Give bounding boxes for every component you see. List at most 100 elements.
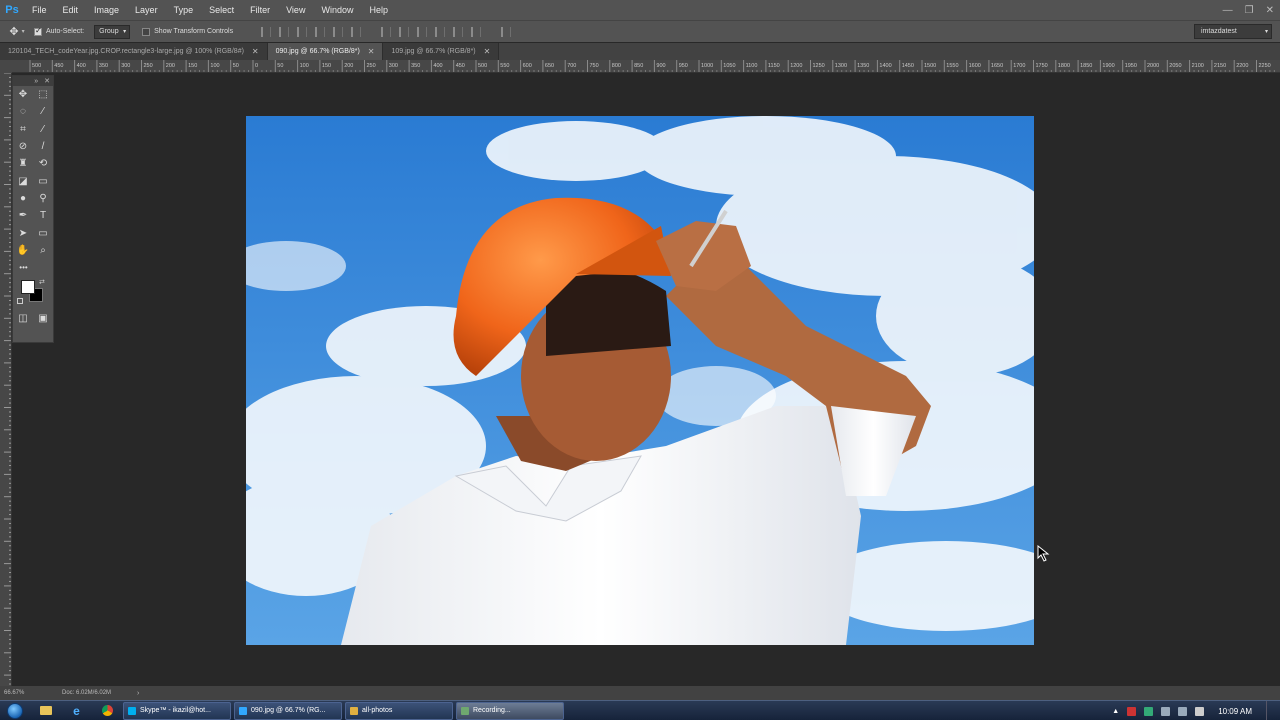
taskbar-button[interactable]: all-photos (345, 701, 453, 720)
menu-select[interactable]: Select (201, 0, 242, 20)
eyedropper-icon[interactable]: ⁄ (33, 121, 53, 138)
hand-icon[interactable]: ✋ (13, 242, 33, 259)
distribute-top-icon[interactable] (381, 26, 392, 37)
menu-bar: Ps File Edit Image Layer Type Select Filter Vie… (0, 0, 1280, 20)
clock[interactable]: 10:09 AM (1218, 707, 1252, 716)
move-tool-preset[interactable]: ✥ ▾ (0, 21, 34, 43)
minimize-icon[interactable]: — (1223, 5, 1233, 16)
close-icon[interactable]: ✕ (1266, 5, 1274, 16)
zoom-level[interactable]: 66.67% (0, 690, 48, 696)
action-center-icon[interactable] (1195, 706, 1205, 716)
menu-type[interactable]: Type (166, 0, 202, 20)
screen-mode-icon[interactable]: ▣ (33, 310, 53, 327)
ruler-label: 1000 (701, 63, 713, 69)
tray-expand-icon[interactable]: ▲ (1112, 708, 1119, 715)
close-tab-icon[interactable]: ✕ (484, 47, 491, 56)
show-transform-checkbox[interactable] (142, 27, 151, 36)
lasso-icon[interactable]: ◌ (13, 103, 33, 120)
magic-wand-icon[interactable]: ⁄ (33, 103, 53, 120)
align-hcenter-icon[interactable] (333, 26, 344, 37)
pen-icon[interactable]: ✒ (13, 207, 33, 224)
more-tools-icon[interactable]: ••• (13, 259, 34, 276)
tray-app-icon[interactable] (1127, 706, 1137, 716)
taskbar-button[interactable]: Recording... (456, 701, 564, 720)
ruler-label: 1950 (1125, 63, 1137, 69)
auto-select-checkbox[interactable] (34, 26, 42, 36)
show-transform-label: Show Transform Controls (154, 28, 234, 35)
rectangle-icon[interactable]: ▭ (33, 225, 53, 242)
taskbar-button[interactable]: 090.jpg @ 66.7% (RG... (234, 701, 342, 720)
vertical-ruler[interactable] (0, 73, 12, 686)
show-transform-option[interactable]: Show Transform Controls (142, 27, 234, 36)
align-right-icon[interactable] (351, 26, 362, 37)
menu-file[interactable]: File (24, 0, 55, 20)
network-icon[interactable] (1161, 706, 1171, 716)
tools-panel-header[interactable]: » ✕ (13, 76, 53, 86)
quick-mask-icon[interactable]: ◫ (13, 310, 33, 327)
clone-stamp-icon[interactable]: ♜ (13, 155, 33, 172)
document-tab[interactable]: 109.jpg @ 66.7% (RGB/8*) ✕ (383, 43, 500, 60)
ruler-label: 450 (456, 63, 465, 69)
distribute-bottom-icon[interactable] (417, 26, 428, 37)
start-button[interactable] (0, 701, 30, 720)
close-tab-icon[interactable]: ✕ (252, 47, 259, 56)
auto-align-icon[interactable] (501, 26, 512, 37)
document-tab[interactable]: 090.jpg @ 66.7% (RGB/8*) ✕ (267, 43, 384, 60)
show-desktop-button[interactable] (1266, 701, 1276, 720)
align-bottom-icon[interactable] (297, 26, 308, 37)
horizontal-ruler[interactable]: 500 450 400 350 300 250 200 150 100 50 0 50 100 150 20… (12, 60, 1280, 73)
brush-icon[interactable]: / (33, 138, 53, 155)
blur-icon[interactable]: ● (13, 190, 33, 207)
menu-help[interactable]: Help (361, 0, 396, 20)
menu-filter[interactable]: Filter (242, 0, 278, 20)
ie-icon[interactable]: e (61, 701, 92, 720)
menu-edit[interactable]: Edit (55, 0, 87, 20)
menu-layer[interactable]: Layer (127, 0, 166, 20)
close-icon[interactable]: ✕ (44, 77, 50, 85)
gradient-icon[interactable]: ▭ (33, 173, 53, 190)
chrome-icon[interactable] (92, 701, 123, 720)
auto-select-target-select[interactable]: Group ▾ (94, 24, 131, 39)
align-vcenter-icon[interactable] (279, 26, 290, 37)
distribute-hcenter-icon[interactable] (453, 26, 464, 37)
workspace-select[interactable]: imtazdatest ▾ (1194, 24, 1272, 39)
foreground-color-swatch[interactable] (21, 280, 35, 295)
status-menu-arrow[interactable]: › (137, 690, 139, 697)
document-size[interactable]: Doc: 6.02M/6.02M (48, 690, 111, 696)
history-brush-icon[interactable]: ⟲ (33, 155, 53, 172)
default-colors-icon[interactable] (17, 298, 23, 305)
volume-icon[interactable] (1178, 706, 1188, 716)
crop-icon[interactable]: ⌗ (13, 121, 33, 138)
taskbar-button[interactable]: Skype™ - ikazil@hot... (123, 701, 231, 720)
distribute-vcenter-icon[interactable] (399, 26, 410, 37)
swap-colors-icon[interactable]: ⇄ (39, 278, 45, 286)
align-top-icon[interactable] (261, 26, 272, 37)
menu-image[interactable]: Image (86, 0, 127, 20)
eraser-icon[interactable]: ◪ (13, 173, 33, 190)
healing-brush-icon[interactable]: ⊘ (13, 138, 33, 155)
menu-view[interactable]: View (278, 0, 313, 20)
ruler-label: 1250 (813, 63, 825, 69)
distribute-left-icon[interactable] (435, 26, 446, 37)
menu-window[interactable]: Window (313, 0, 361, 20)
collapse-icon[interactable]: » (34, 78, 38, 85)
type-icon[interactable]: T (33, 207, 53, 224)
dodge-icon[interactable]: ⚲ (33, 190, 53, 207)
canvas-area[interactable] (12, 73, 1280, 686)
align-left-icon[interactable] (315, 26, 326, 37)
marquee-icon[interactable]: ⬚ (33, 86, 53, 103)
taskbar-button-label: Skype™ - ikazil@hot... (140, 707, 211, 714)
document-tab[interactable]: 120104_TECH_codeYear.jpg.CROP.rectangle3… (0, 43, 268, 60)
chevron-down-icon: ▾ (123, 29, 127, 35)
path-select-icon[interactable]: ➤ (13, 225, 33, 242)
tray-app-icon[interactable] (1144, 706, 1154, 716)
document-image[interactable] (246, 116, 1034, 645)
move-icon[interactable]: ✥ (13, 86, 33, 103)
explorer-icon[interactable] (30, 701, 61, 720)
close-tab-icon[interactable]: ✕ (368, 47, 375, 56)
ruler-origin[interactable] (0, 60, 12, 73)
auto-select-option[interactable]: Auto-Select: (34, 26, 84, 36)
zoom-icon[interactable]: ⌕ (33, 242, 53, 259)
restore-icon[interactable]: ❐ (1245, 5, 1254, 16)
distribute-right-icon[interactable] (471, 26, 482, 37)
